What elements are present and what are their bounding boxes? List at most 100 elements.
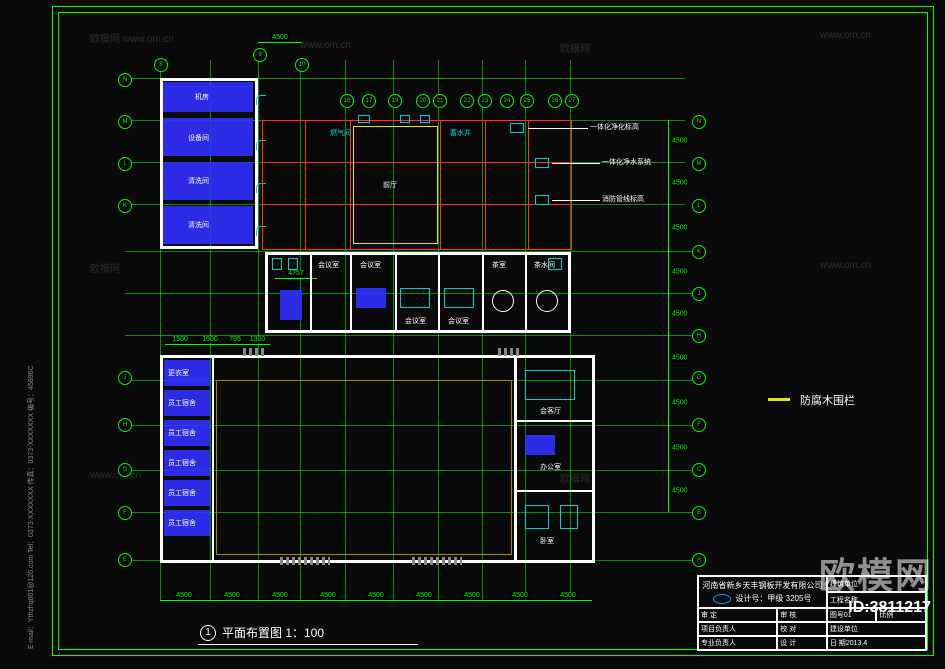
dimension: 4500 <box>352 600 400 601</box>
stair-icon <box>243 348 267 356</box>
grid-bubble: 21 <box>433 94 447 108</box>
grid-bubble: E <box>118 553 132 567</box>
grid-bubble: H <box>692 329 706 343</box>
grid-bubble: 16 <box>340 94 354 108</box>
open-area <box>216 380 512 555</box>
grid-bubble: F <box>118 506 132 520</box>
room-label: 清洗间 <box>188 176 209 186</box>
tb-field: 图号 01 <box>827 608 877 622</box>
grid-line-red <box>528 120 529 250</box>
grid-bubble: 19 <box>388 94 402 108</box>
stair-icon <box>412 557 462 565</box>
grid-bubble: 20 <box>416 94 430 108</box>
title-underline <box>198 644 418 645</box>
wall <box>265 252 268 333</box>
grid-bubble: 8 <box>154 58 168 72</box>
tb-field: 专业负责人 <box>698 636 777 650</box>
grid-bubble: 24 <box>500 94 514 108</box>
dimension: 4500 <box>258 42 302 43</box>
dimension: 4500 <box>208 600 256 601</box>
drawing-title-text: 平面布置图 1：100 <box>222 624 324 641</box>
wall <box>160 246 258 249</box>
room-label: 设备间 <box>188 133 209 143</box>
wall <box>568 252 571 333</box>
tb-field: 设 计 <box>777 636 827 650</box>
dimension: 4500 <box>160 600 208 601</box>
equip-label: 一体化净水系统 <box>602 157 651 167</box>
grid-bubble: G <box>692 371 706 385</box>
dimension: 1500 <box>165 344 195 345</box>
leader-line <box>552 200 600 201</box>
stair-icon <box>280 557 330 565</box>
equip-label: 蓄水井 <box>450 128 471 138</box>
grid-bubble: 23 <box>478 94 492 108</box>
room-label: 办公室 <box>540 462 561 472</box>
grid-bubble: L <box>692 199 706 213</box>
wall <box>350 252 352 332</box>
grid-bubble: 9 <box>253 48 267 62</box>
tb-field: 日 期 2013.4 <box>827 636 926 650</box>
tb-field: 审 定 <box>698 608 777 622</box>
wall <box>212 358 214 560</box>
equip-icon <box>510 123 524 133</box>
table-icon <box>280 290 302 320</box>
grid-bubble: G <box>118 463 132 477</box>
tb-field: 审 核 <box>777 608 827 622</box>
grid-bubble: N <box>118 73 132 87</box>
dimension: 4500 <box>668 251 669 293</box>
room-label: 会议室 <box>405 316 426 326</box>
grid-bubble: M <box>118 115 132 129</box>
grid-bubble: C <box>692 463 706 477</box>
title-block: 河南省新乡天丰钢板开发有限公司 设计号：甲级 3205号 建筑单位 工程名称 审… <box>697 575 927 651</box>
grid-bubble: F <box>692 418 706 432</box>
dimension: 4500 <box>668 204 669 251</box>
wall <box>160 560 595 563</box>
grid-line-red <box>440 120 441 250</box>
room-label: 茶水间 <box>534 260 555 270</box>
equip-label: 燃气间 <box>330 128 351 138</box>
company-logo-icon <box>713 594 731 604</box>
equip-label: 消防管线标高 <box>602 194 644 204</box>
tb-field: 工程名称 <box>827 592 926 608</box>
round-table-icon <box>536 290 558 312</box>
room-label: 茶室 <box>492 260 506 270</box>
legend-swatch <box>768 398 790 401</box>
stair-icon <box>498 348 522 356</box>
grid-line-red <box>485 120 486 250</box>
equip-icon <box>535 158 549 168</box>
grid-bubble: 25 <box>520 94 534 108</box>
dimension: 4500 <box>448 600 496 601</box>
room-label: 卧室 <box>540 536 554 546</box>
door-icon <box>256 95 266 105</box>
grid-bubble: L <box>118 157 132 171</box>
room-label: 员工宿舍 <box>168 488 196 498</box>
leader-line <box>528 128 588 129</box>
wall <box>514 420 594 422</box>
margin-note: E-mail：Ythzhq001@126.com Tel：0373-XXXXXX… <box>26 365 36 649</box>
grid-bubble: J <box>118 371 132 385</box>
tb-field: 比例 <box>876 608 926 622</box>
grid-bubble: J <box>692 287 706 301</box>
grid-line-red <box>305 120 306 250</box>
room-label: 清洗间 <box>188 220 209 230</box>
grid-bubble: K <box>692 245 706 259</box>
wall <box>525 252 527 332</box>
equip-label: 一体化净化标高 <box>590 122 639 132</box>
room-label: 会议室 <box>318 260 339 270</box>
grid-bubble: 27 <box>565 94 579 108</box>
grid-bubble: A <box>692 553 706 567</box>
drawing-title: 1 平面布置图 1：100 <box>200 624 324 641</box>
dimension: 4500 <box>668 335 669 380</box>
tb-field: 建设单位 <box>827 622 926 636</box>
wall <box>310 252 312 332</box>
table-icon <box>400 288 430 308</box>
equip-icon <box>400 115 410 123</box>
grid-line-red <box>350 120 351 250</box>
tb-field: 项目负责人 <box>698 622 777 636</box>
wall <box>438 252 440 332</box>
sofa-icon <box>525 370 575 400</box>
dimension: 795 <box>225 344 245 345</box>
grid-bubble: K <box>118 199 132 213</box>
dimension: 4500 <box>668 120 669 162</box>
dimension: 1300 <box>245 344 270 345</box>
